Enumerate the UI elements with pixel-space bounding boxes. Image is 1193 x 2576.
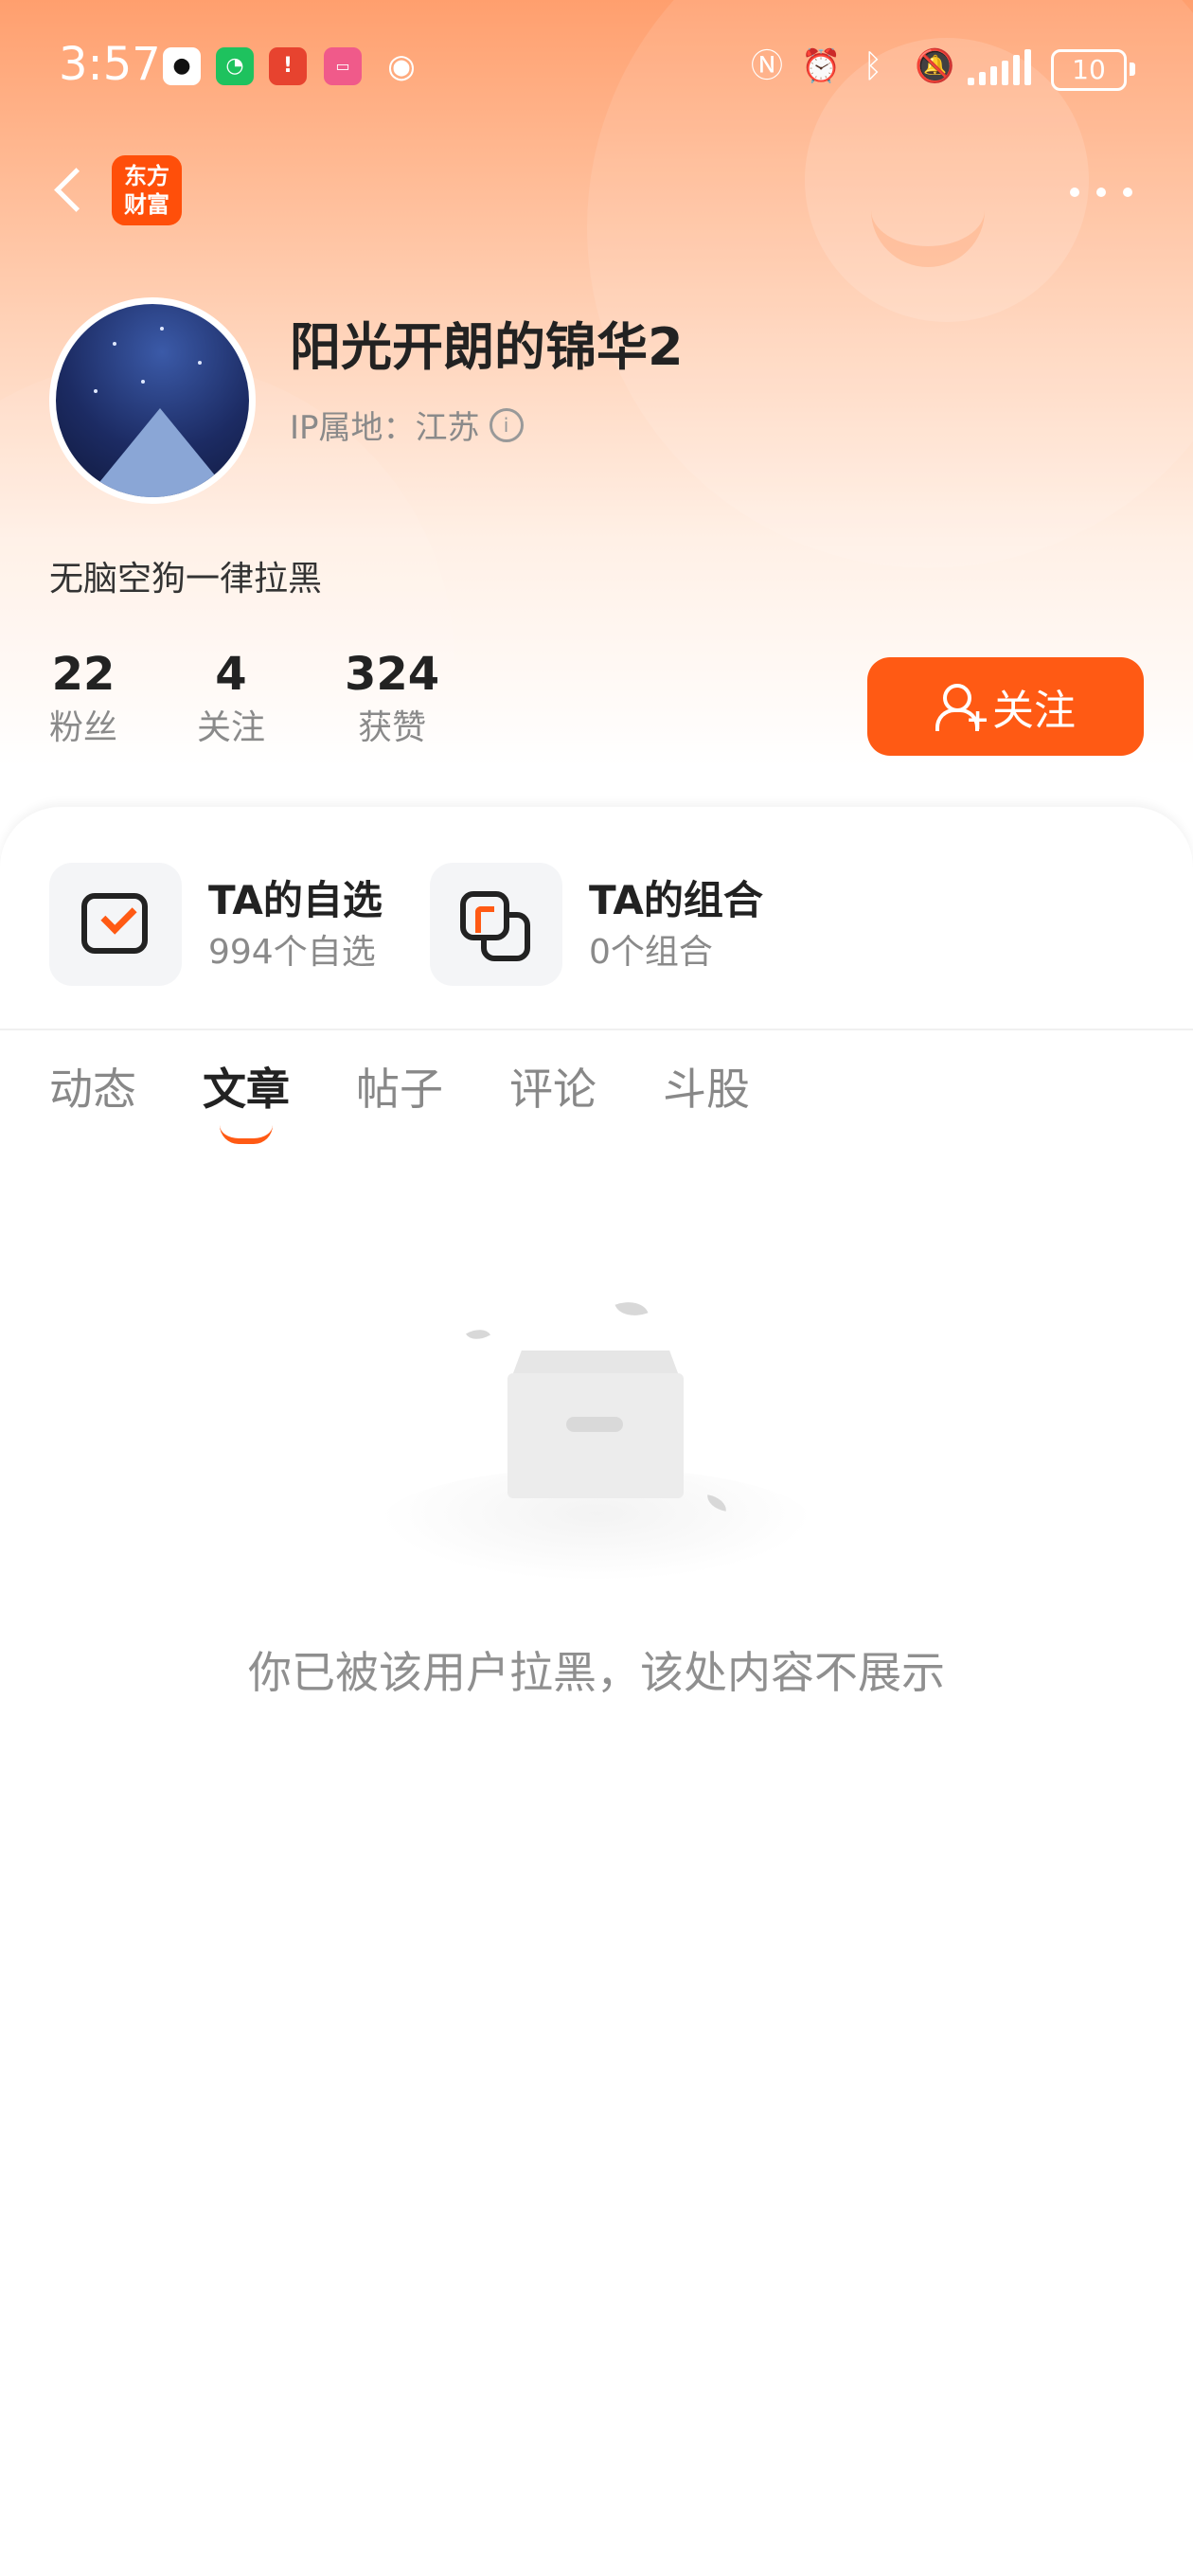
tab-articles[interactable]: 文章 [203, 1061, 290, 1144]
watchlist-title: TA的自选 [208, 877, 383, 923]
alarm-icon: ⏰ [801, 47, 842, 85]
stat-following[interactable]: 4 关注 [197, 644, 265, 752]
battery-icon: 10 [1051, 49, 1135, 91]
signal-icon [968, 49, 1034, 85]
section-divider [0, 1029, 1193, 1030]
wechat-icon: ◔ [216, 47, 254, 85]
brand-logo: 东方 财富 [112, 155, 182, 225]
follow-button-label: 关注 [992, 687, 1076, 735]
follow-button[interactable]: + 关注 [867, 657, 1144, 756]
back-button[interactable] [45, 161, 93, 218]
avatar[interactable] [49, 297, 256, 504]
brand-logo-line2: 财富 [124, 191, 169, 218]
stat-label: 获赞 [358, 708, 427, 747]
portfolio-title: TA的组合 [589, 877, 763, 923]
blocked-message: 你已被该用户拉黑，该处内容不展示 [248, 1647, 945, 1698]
bluetooth-icon: ᛒ [863, 47, 883, 85]
tab-activity[interactable]: 动态 [49, 1061, 136, 1118]
qq-icon: ● [163, 47, 201, 85]
info-icon[interactable]: i [489, 407, 524, 442]
alert-app-icon: ! [269, 47, 307, 85]
ip-location-label: IP属地：江苏 [290, 409, 480, 447]
stat-value: 4 [215, 648, 247, 701]
nfc-icon: Ⓝ [751, 47, 783, 85]
stat-label: 粉丝 [49, 708, 118, 747]
brand-logo-line1: 东方 [124, 163, 169, 189]
watchlist-icon [49, 863, 182, 986]
username: 阳光开朗的锦华2 [290, 317, 684, 377]
ip-location: IP属地：江苏 i [290, 402, 524, 448]
content-tabs: 动态 文章 帖子 评论 斗股 [49, 1061, 750, 1144]
stat-value: 22 [51, 648, 116, 701]
tab-comments[interactable]: 评论 [509, 1061, 596, 1118]
stat-followers[interactable]: 22 粉丝 [49, 644, 117, 752]
status-bar: 3:57 ● ◔ ! ▭ ◉ Ⓝ ⏰ ᛒ 🔕 10 [0, 0, 1193, 133]
eye-icon: ◉ [387, 47, 416, 85]
watchlist-count: 994个自选 [208, 933, 376, 972]
add-user-icon: + [935, 682, 989, 735]
stat-label: 关注 [197, 708, 266, 747]
portfolio-link[interactable]: TA的组合 0个组合 [430, 858, 763, 991]
stat-value: 324 [345, 648, 440, 701]
status-time: 3:57 [59, 38, 161, 91]
more-options-button[interactable] [1070, 180, 1136, 203]
tab-posts[interactable]: 帖子 [356, 1061, 443, 1118]
empty-box-illustration [369, 1288, 824, 1582]
portfolio-count: 0个组合 [589, 933, 713, 972]
stat-likes[interactable]: 324 获赞 [345, 644, 439, 752]
mute-icon: 🔕 [915, 47, 955, 85]
portfolio-icon [430, 863, 562, 986]
bio: 无脑空狗一律拉黑 [49, 560, 323, 599]
tab-stock-battle[interactable]: 斗股 [663, 1061, 750, 1118]
bilibili-icon: ▭ [324, 47, 362, 85]
mountain-shape [75, 408, 245, 497]
watchlist-link[interactable]: TA的自选 994个自选 [49, 858, 383, 991]
